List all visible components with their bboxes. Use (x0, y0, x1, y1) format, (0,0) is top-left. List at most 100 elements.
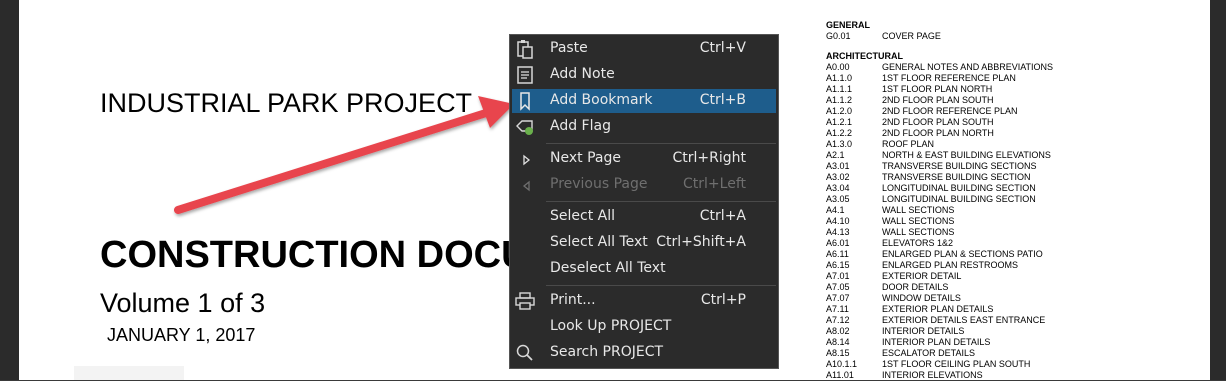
index-row: A3.04 LONGITUDINAL BUILDING SECTION (826, 183, 1126, 194)
sheet-code: A1.2.2 (826, 128, 853, 138)
menu-item-print[interactable]: Print... Ctrl+P (512, 289, 776, 313)
menu-separator (546, 201, 776, 202)
index-row: A8.15 ESCALATOR DETAILS (826, 348, 1126, 359)
sheet-code: A4.13 (826, 227, 850, 237)
sheet-code: A4.10 (826, 216, 850, 226)
sheet-description: 1ST FLOOR CEILING PLAN SOUTH (882, 359, 1031, 369)
note-icon (514, 65, 536, 85)
index-row: A3.05 LONGITUDINAL BUILDING SECTION (826, 194, 1126, 205)
sheet-description: 2ND FLOOR PLAN NORTH (882, 128, 994, 138)
index-row: A7.07 WINDOW DETAILS (826, 293, 1126, 304)
index-row: A1.1.0 1ST FLOOR REFERENCE PLAN (826, 73, 1126, 84)
index-row: A3.01 TRANSVERSE BUILDING SECTIONS (826, 161, 1126, 172)
sheet-description: LONGITUDINAL BUILDING SECTION (882, 183, 1036, 193)
menu-item-deselect-all-text[interactable]: Deselect All Text (512, 257, 776, 281)
architectural-rows: A0.00 GENERAL NOTES AND ABBREVIATIONS A1.1… (826, 62, 1126, 381)
vertical-scrollbar-track[interactable] (1210, 0, 1226, 380)
sheet-description: INTERIOR DETAILS (882, 326, 965, 336)
menu-item-label: Search PROJECT (550, 344, 664, 360)
menu-item-next-page[interactable]: Next Page Ctrl+Right (512, 147, 776, 171)
print-icon (514, 291, 536, 311)
flag-icon (514, 117, 536, 137)
sheet-code: A6.01 (826, 238, 850, 248)
context-menu: Paste Ctrl+V Add Note Add Bookmark Ctrl+… (509, 34, 779, 369)
menu-item-label: Select All Text (550, 234, 648, 250)
index-row: A0.00 GENERAL NOTES AND ABBREVIATIONS (826, 62, 1126, 73)
sheet-code: A1.3.0 (826, 139, 853, 149)
sheet-code: A8.02 (826, 326, 850, 336)
menu-item-look-up[interactable]: Look Up PROJECT (512, 315, 776, 339)
index-row: A11.01 INTERIOR ELEVATIONS (826, 370, 1126, 381)
menu-item-label: Select All (550, 208, 615, 224)
index-row: A7.12 EXTERIOR DETAILS EAST ENTRANCE (826, 315, 1126, 326)
sheet-description: WINDOW DETAILS (882, 293, 961, 303)
sheet-code: A3.05 (826, 194, 850, 204)
next-page-icon (514, 149, 536, 169)
index-row: A4.1 WALL SECTIONS (826, 205, 1126, 216)
sheet-description: 1ST FLOOR REFERENCE PLAN (882, 73, 1016, 83)
search-icon (514, 343, 536, 363)
sheet-description: ENLARGED PLAN & SECTIONS PATIO (882, 249, 1043, 259)
sheet-description: TRANSVERSE BUILDING SECTIONS (882, 161, 1037, 171)
menu-item-shortcut: Ctrl+V (699, 40, 746, 56)
sheet-code: A7.07 (826, 293, 850, 303)
menu-item-add-bookmark[interactable]: Add Bookmark Ctrl+B (512, 89, 776, 113)
menu-item-select-all-text[interactable]: Select All Text Ctrl+Shift+A (512, 231, 776, 255)
sheet-description: GENERAL NOTES AND ABBREVIATIONS (882, 62, 1054, 72)
sheet-code: A3.04 (826, 183, 850, 193)
index-row: A8.14 INTERIOR PLAN DETAILS (826, 337, 1126, 348)
faint-page-mark (74, 366, 184, 380)
menu-item-add-flag[interactable]: Add Flag (512, 115, 776, 139)
sheet-description: 2ND FLOOR REFERENCE PLAN (882, 106, 1018, 116)
menu-separator (546, 143, 776, 144)
sheet-description: WALL SECTIONS (882, 205, 955, 215)
sheet-description: 2ND FLOOR PLAN SOUTH (882, 95, 994, 105)
menu-item-select-all[interactable]: Select All Ctrl+A (512, 205, 776, 229)
sheet-code: A1.1.0 (826, 73, 853, 83)
sheet-description: ENLARGED PLAN RESTROOMS (882, 260, 1019, 270)
sheet-code: A6.11 (826, 249, 849, 259)
sheet-code: A2.1 (826, 150, 845, 160)
menu-item-add-note[interactable]: Add Note (512, 63, 776, 87)
sheet-code: A1.1.2 (826, 95, 853, 105)
index-row: A10.1.1 1ST FLOOR CEILING PLAN SOUTH (826, 359, 1126, 370)
sheet-description: WALL SECTIONS (882, 216, 955, 226)
sheet-code: A7.11 (826, 304, 849, 314)
sheet-code: A7.12 (826, 315, 850, 325)
sheet-code: A6.15 (826, 260, 850, 270)
index-row: A7.05 DOOR DETAILS (826, 282, 1126, 293)
menu-item-search[interactable]: Search PROJECT (512, 341, 776, 365)
sheet-description: NORTH & EAST BUILDING ELEVATIONS (882, 150, 1051, 160)
index-row: A4.10 WALL SECTIONS (826, 216, 1126, 227)
sheet-code: A3.01 (826, 161, 850, 171)
sheet-code: A1.1.1 (826, 84, 853, 94)
index-row: A7.01 EXTERIOR DETAIL (826, 271, 1126, 282)
menu-item-label: Deselect All Text (550, 260, 666, 276)
sheet-code: A8.14 (826, 337, 850, 347)
index-row: A1.2.0 2ND FLOOR REFERENCE PLAN (826, 106, 1126, 117)
project-name: INDUSTRIAL PARK PROJECT (100, 88, 473, 118)
menu-item-paste[interactable]: Paste Ctrl+V (512, 37, 776, 61)
menu-item-shortcut: Ctrl+Right (672, 150, 746, 166)
menu-item-label: Print... (550, 292, 596, 308)
index-row: A2.1 NORTH & EAST BUILDING ELEVATIONS (826, 150, 1126, 161)
sheet-description: INTERIOR ELEVATIONS (882, 370, 983, 380)
menu-item-shortcut: Ctrl+P (700, 292, 746, 308)
sheet-index: GENERAL G0.01 COVER PAGE ARCHITECTURAL A… (826, 20, 1126, 381)
sheet-code: A3.02 (826, 172, 850, 182)
volume-label: Volume 1 of 3 (100, 288, 266, 318)
general-rows: G0.01 COVER PAGE (826, 31, 1126, 42)
sheet-description: EXTERIOR DETAILS EAST ENTRANCE (882, 315, 1046, 325)
sheet-description: EXTERIOR DETAIL (882, 271, 962, 281)
sheet-description: DOOR DETAILS (882, 282, 949, 292)
index-row: A3.02 TRANSVERSE BUILDING SECTION (826, 172, 1126, 183)
sheet-description: LONGITUDINAL BUILDING SECTION (882, 194, 1036, 204)
sheet-description: TRANSVERSE BUILDING SECTION (882, 172, 1031, 182)
menu-item-shortcut: Ctrl+B (699, 92, 746, 108)
index-row: A1.1.2 2ND FLOOR PLAN SOUTH (826, 95, 1126, 106)
menu-item-previous-page[interactable]: Previous Page Ctrl+Left (512, 173, 776, 197)
sheet-description: EXTERIOR PLAN DETAILS (882, 304, 994, 314)
sheet-code: A1.2.1 (826, 117, 853, 127)
menu-item-label: Add Flag (550, 118, 611, 134)
index-row: A6.15 ENLARGED PLAN RESTROOMS (826, 260, 1126, 271)
